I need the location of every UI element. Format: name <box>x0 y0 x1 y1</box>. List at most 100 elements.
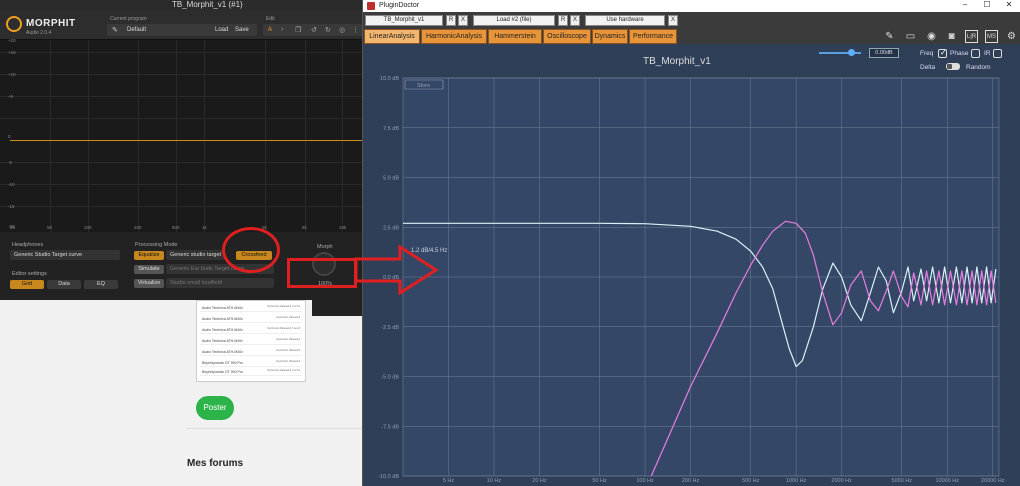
tab-eq[interactable]: EQ <box>84 280 118 289</box>
slot1-x-button[interactable]: X <box>458 15 468 26</box>
hardware-slot[interactable]: Use hardware <box>585 15 665 26</box>
morphit-eq-graph: +20 +15 +10 +5 0 -5 -10 -15 -20 20 50 10… <box>0 38 362 232</box>
virtualize-button[interactable]: Virtualize <box>134 279 164 288</box>
x-tick-label: 20 Hz <box>532 478 547 484</box>
headphones-select[interactable]: Generic Studio Target curve <box>10 250 120 260</box>
eye-icon[interactable]: ◉ <box>925 30 938 43</box>
x-tick-label: 1000 Hz <box>786 478 807 484</box>
redo-icon[interactable]: ↻ <box>325 26 331 34</box>
poster-button[interactable]: Poster <box>196 396 234 420</box>
equalize-target-select[interactable]: Generic studio target <box>166 250 224 260</box>
table-row: Beyerdynamic DT 990 Pro hp.forum.thread.4… <box>200 368 302 376</box>
grid-line <box>0 52 362 53</box>
morphit-brand: MORPHIT <box>26 18 76 29</box>
slot1-r-button[interactable]: R <box>446 15 456 26</box>
edit-a-button[interactable]: A <box>268 27 272 33</box>
gain-input[interactable]: 0.00dB <box>869 48 899 58</box>
minimize-button[interactable]: – <box>955 0 975 9</box>
menu-icon[interactable]: ⋮ <box>352 26 359 34</box>
forum-image-table: Audio Technica ATH-M40x hp.forum.thread.4… <box>196 300 306 382</box>
y-tick-label: +5 <box>8 94 14 99</box>
grid-line <box>0 184 362 185</box>
phase-label: Phase <box>950 50 969 57</box>
tab-grid[interactable]: Grid <box>10 280 44 289</box>
simulate-button[interactable]: Simulate <box>134 265 164 274</box>
tab-harmonic-analysis[interactable]: HarmonicAnalysis <box>421 29 487 44</box>
morphit-plugin-window: TB_Morphit_v1 (#1) MORPHIT Audio 2.0.4 C… <box>0 0 362 300</box>
gear-icon[interactable]: ⚙ <box>1005 30 1018 43</box>
x-tick-label: 50 <box>47 225 53 230</box>
grid-line <box>0 118 362 119</box>
ir-checkbox[interactable] <box>993 49 1002 58</box>
book-icon[interactable]: ▭ <box>904 30 917 43</box>
table-row: Audio Technica ATH-M40x hp.forum.thread.4 <box>200 348 302 356</box>
plugin-slot-2[interactable]: Load #2 (file) <box>473 15 555 26</box>
edit-toolbar: A › ❐ ↺ ↻ ◎ ⋮ <box>263 24 362 36</box>
y-tick-label: +10 <box>8 72 16 77</box>
load-button[interactable]: Load <box>215 27 228 33</box>
morphit-titlebar: TB_Morphit_v1 (#1) <box>0 0 362 10</box>
x-tick-label: 2000 Hz <box>831 478 852 484</box>
copy-icon[interactable]: ❐ <box>295 26 301 34</box>
camera-icon[interactable]: ◙ <box>945 30 958 43</box>
plugin-slot-1[interactable]: TB_Morphit_v1 <box>365 15 443 26</box>
store-button-label: Store <box>417 83 430 89</box>
grid-line <box>305 40 306 232</box>
tab-hammerstein[interactable]: Hammerstein <box>488 29 542 44</box>
tab-dynamics[interactable]: Dynamics <box>592 29 628 44</box>
slot2-x-button[interactable]: X <box>570 15 580 26</box>
plot-title: TB_Morphit_v1 <box>643 56 711 67</box>
x-tick-label: 10k <box>339 225 347 230</box>
plugindoctor-window: 10.0 dB 7.5 dB 5.0 dB 2.5 dB 0.0 dB -2.5 dB -5… <box>362 0 1020 486</box>
x-tick-label: 500 Hz <box>742 478 760 484</box>
y-tick-label: 5.0 dB <box>383 176 399 182</box>
x-tick-label: 50 Hz <box>592 478 607 484</box>
morph-label: Morph <box>317 244 333 250</box>
table-row: Beyerdynamic DT 990 Pro hp.forum.thread.4 <box>200 359 302 367</box>
maximize-button[interactable]: ☐ <box>977 0 997 9</box>
virtualize-select[interactable]: Studio small loudfield <box>166 278 274 288</box>
undo-icon[interactable]: ↺ <box>311 26 317 34</box>
save-button[interactable]: Save <box>235 27 249 33</box>
arrow-icon[interactable]: › <box>281 26 283 33</box>
slot2-r-button[interactable]: R <box>558 15 568 26</box>
delta-label: Delta <box>920 64 936 71</box>
tab-oscilloscope[interactable]: Oscilloscope <box>543 29 591 44</box>
tab-linear-analysis[interactable]: LinearAnalysis <box>364 29 420 44</box>
grid-line <box>342 40 343 232</box>
plugindoctor-titlebar: PluginDoctor – ☐ ✕ <box>363 0 1020 12</box>
x-tick-label: 10000 Hz <box>935 478 959 484</box>
processing-mode-label: Processing Mode <box>135 242 178 248</box>
morphit-version: Audio 2.0.4 <box>26 30 52 36</box>
freq-checkbox[interactable] <box>938 48 947 58</box>
y-tick-label: 2.5 dB <box>383 225 399 231</box>
x-tick-label: 5 Hz <box>443 478 455 484</box>
table-row: Audio Technica ATH-M40x hp.forum.thread.4… <box>200 326 302 334</box>
close-button[interactable]: ✕ <box>999 0 1019 9</box>
lr-icon[interactable]: L|R <box>965 30 978 43</box>
morphit-header: MORPHIT Audio 2.0.4 Current program ✎ De… <box>0 10 362 40</box>
phase-checkbox[interactable] <box>971 49 980 58</box>
grid-line <box>265 40 266 232</box>
x-tick-label: 10 Hz <box>487 478 502 484</box>
ms-icon[interactable]: MS <box>985 30 998 43</box>
reset-icon[interactable]: ◎ <box>339 26 345 34</box>
notes-icon[interactable]: ✎ <box>883 30 896 43</box>
delta-toggle[interactable] <box>946 63 960 70</box>
divider <box>186 428 362 429</box>
y-tick-label: -2.5 dB <box>381 325 399 331</box>
y-tick-label: +20 <box>8 38 16 43</box>
tab-data[interactable]: Data <box>47 280 81 289</box>
wrench-icon[interactable]: ✎ <box>112 26 118 34</box>
program-selector[interactable]: ✎ Default Load Save <box>107 24 257 36</box>
equalize-button[interactable]: Equalize <box>134 251 164 260</box>
hardware-x-button[interactable]: X <box>668 15 678 26</box>
grid-line <box>204 40 205 232</box>
y-tick-label: +15 <box>8 50 16 55</box>
x-tick-label: 5000 Hz <box>892 478 913 484</box>
tab-performance[interactable]: Performance <box>629 29 677 44</box>
table-row: Audio Technica ATH-M40x hp.forum.thread.4 <box>200 337 302 345</box>
y-tick-label: -7.5 dB <box>381 424 399 430</box>
x-tick-label: 20000 Hz <box>981 478 1005 484</box>
gain-slider-thumb[interactable] <box>848 49 855 56</box>
